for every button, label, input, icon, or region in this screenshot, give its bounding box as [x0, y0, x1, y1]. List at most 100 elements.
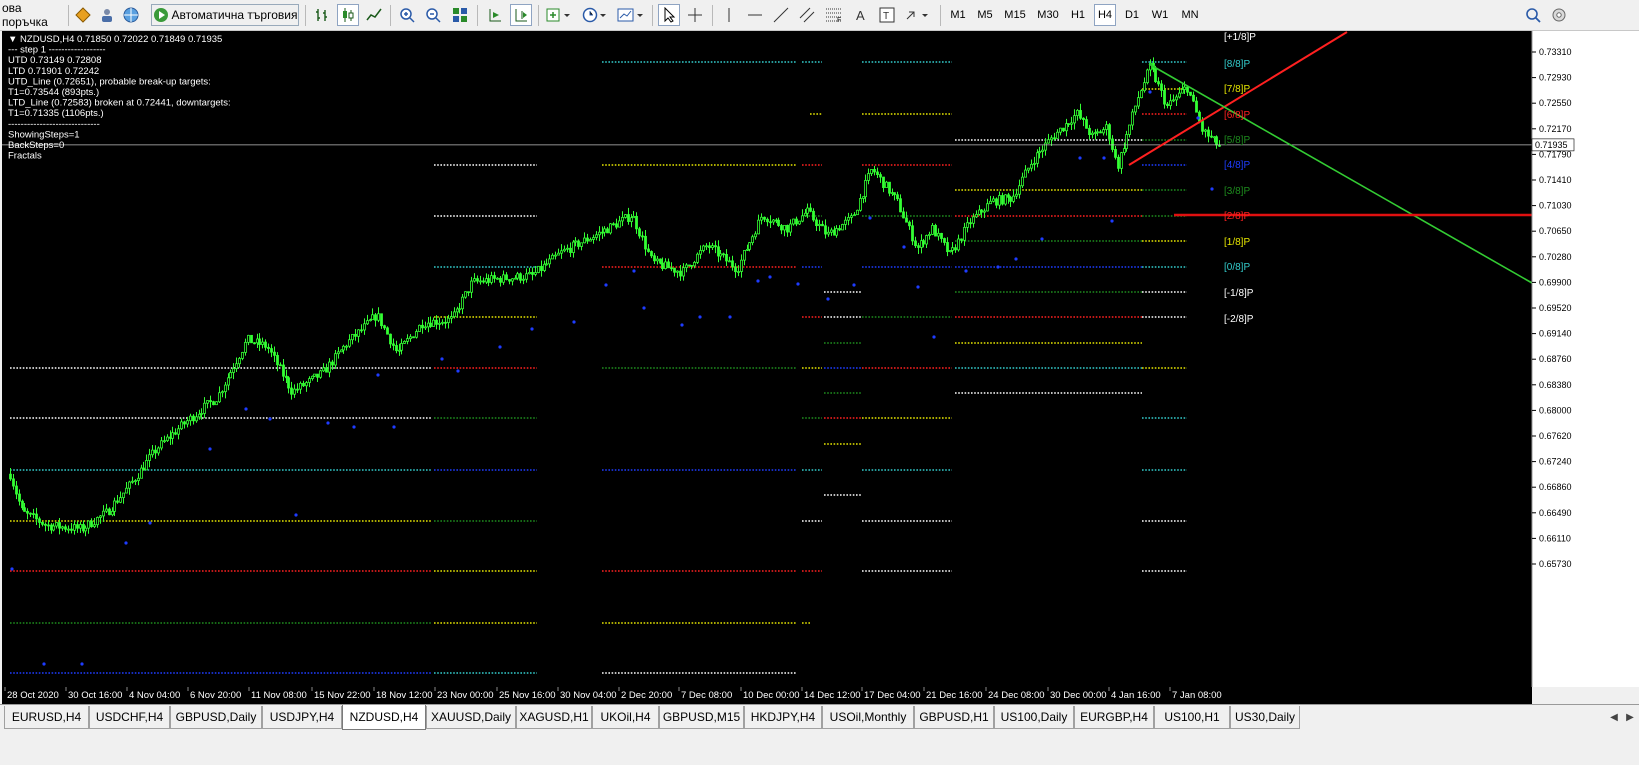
autoscroll-icon[interactable]	[484, 4, 506, 26]
candle-body	[1091, 132, 1094, 136]
diamond-icon[interactable]	[72, 4, 94, 26]
candle-body	[1082, 117, 1085, 120]
candle-body	[1079, 110, 1082, 119]
timeframe-m15-button[interactable]: M15	[1001, 4, 1029, 26]
price-chart[interactable]: [+1/8]P [8/8]P [7/8]P [6/8]P [5/8]P [4/8]P [3/…	[2, 31, 1639, 704]
zoom-in-icon[interactable]	[396, 4, 418, 26]
candle-body	[1183, 86, 1186, 90]
price-tick-label: 0.72930	[1539, 73, 1572, 83]
chart-tab[interactable]: XAGUSD,H1	[516, 706, 592, 729]
candle-body	[772, 219, 775, 223]
fractal-dot	[1148, 90, 1152, 94]
bar-chart-icon[interactable]	[311, 4, 333, 26]
chart-tab[interactable]: UKOil,H4	[592, 706, 659, 729]
search-icon[interactable]	[1522, 4, 1544, 26]
candles-icon[interactable]	[337, 4, 359, 26]
line-chart-icon[interactable]	[363, 4, 385, 26]
settings-icon[interactable]	[1548, 4, 1570, 26]
candle-body	[9, 473, 12, 480]
timeframe-m30-button[interactable]: M30	[1034, 4, 1062, 26]
candle-body	[1175, 96, 1178, 101]
price-tick-label: 0.68380	[1539, 380, 1572, 390]
candle-body	[1004, 194, 1007, 205]
candle-body	[1154, 68, 1157, 83]
chart-tab[interactable]: EURGBP,H4	[1074, 706, 1154, 729]
timeframe-m1-button[interactable]: M1	[947, 4, 969, 26]
chart-tab[interactable]: GBPUSD,H1	[914, 706, 994, 729]
tab-scroll-left-icon[interactable]: ◀	[1607, 708, 1621, 726]
candle-body	[946, 242, 949, 253]
chart-window[interactable]: [+1/8]P [8/8]P [7/8]P [6/8]P [5/8]P [4/8]P [3/…	[2, 31, 1639, 704]
timeframe-h1-button[interactable]: H1	[1067, 4, 1089, 26]
timeframe-m5-button[interactable]: M5	[974, 4, 996, 26]
people-icon[interactable]	[96, 4, 118, 26]
templates-icon[interactable]	[615, 4, 647, 26]
trendline-icon[interactable]	[770, 4, 792, 26]
candle-body	[574, 240, 577, 243]
candle-body	[847, 217, 850, 221]
autotrading-button[interactable]: Автоматична търговия	[151, 4, 299, 26]
vertical-line-icon[interactable]	[718, 4, 740, 26]
channel-icon[interactable]	[796, 4, 818, 26]
candle-body	[1114, 149, 1117, 158]
indicators-icon[interactable]	[544, 4, 574, 26]
candle-body	[55, 522, 58, 527]
crosshair-icon[interactable]	[684, 4, 706, 26]
candle-body	[795, 218, 798, 225]
timeframe-w1-button[interactable]: W1	[1148, 4, 1172, 26]
periods-icon[interactable]	[580, 4, 610, 26]
timeframe-h4-button[interactable]: H4	[1094, 4, 1116, 26]
new-order-button[interactable]: ова поръчка	[0, 1, 70, 29]
candle-body	[1105, 124, 1108, 130]
zoom-out-icon[interactable]	[422, 4, 444, 26]
candle-body	[653, 255, 656, 262]
chart-tab[interactable]: US100,Daily	[994, 706, 1074, 729]
candle-body	[519, 273, 522, 281]
globe-icon[interactable]	[120, 4, 142, 26]
candle-body	[1047, 139, 1050, 144]
chart-tab[interactable]: XAUUSD,Daily	[426, 706, 516, 729]
candle-body	[1125, 134, 1128, 149]
fractal-dot	[392, 425, 396, 429]
timeframe-mn-button[interactable]: MN	[1177, 4, 1203, 26]
chart-tab[interactable]: USDJPY,H4	[262, 706, 342, 729]
chart-tab[interactable]: US30,Daily	[1230, 706, 1300, 729]
candle-body	[830, 229, 833, 233]
candle-body	[644, 235, 647, 250]
fractal-dot	[768, 275, 772, 279]
candle-body	[896, 194, 899, 200]
chart-tab[interactable]: US100,H1	[1154, 706, 1230, 729]
candle-body	[998, 195, 1001, 206]
fractal-dot	[10, 567, 14, 571]
cursor-icon[interactable]	[658, 4, 680, 26]
time-tick-label: 4 Jan 16:00	[1111, 690, 1161, 701]
chart-tab[interactable]: USDCHF,H4	[89, 706, 170, 729]
candle-body	[21, 500, 24, 509]
candle-body	[467, 291, 470, 294]
chart-tab-bar: EURUSD,H4 USDCHF,H4 GBPUSD,Daily USDJPY,H4 N…	[0, 704, 1639, 765]
candle-body	[572, 241, 575, 253]
arrows-icon[interactable]	[902, 4, 934, 26]
tab-scroll-right-icon[interactable]: ▶	[1623, 708, 1637, 726]
price-tick-label: 0.71030	[1539, 201, 1572, 211]
chart-tab[interactable]: USOil,Monthly	[822, 706, 914, 729]
chart-tab[interactable]: NZDUSD,H4	[342, 705, 426, 730]
chart-tab[interactable]: HKDJPY,H4	[744, 706, 822, 729]
timeframe-d1-button[interactable]: D1	[1121, 4, 1143, 26]
horizontal-line-icon[interactable]	[744, 4, 766, 26]
candle-body	[238, 358, 241, 365]
chart-shift-icon[interactable]	[510, 4, 532, 26]
candle-body	[940, 232, 943, 239]
candle-body	[1207, 129, 1210, 137]
candle-body	[386, 327, 389, 335]
candle-body	[209, 400, 212, 403]
chart-tab[interactable]: GBPUSD,Daily	[170, 706, 262, 729]
text-icon[interactable]: A	[850, 4, 872, 26]
label-icon[interactable]: T	[876, 4, 898, 26]
tile-icon[interactable]	[449, 4, 471, 26]
fibo-icon[interactable]: F	[822, 4, 846, 26]
candle-body	[174, 432, 177, 435]
chart-tab[interactable]: GBPUSD,M15	[659, 706, 744, 729]
candle-body	[412, 336, 415, 339]
chart-tab[interactable]: EURUSD,H4	[4, 706, 89, 729]
